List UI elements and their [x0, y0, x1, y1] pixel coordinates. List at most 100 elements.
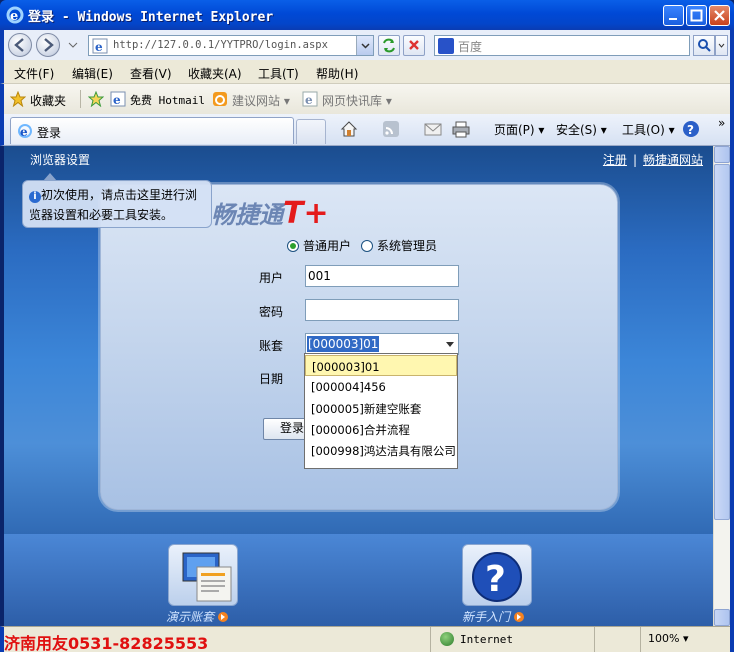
- arrow-right-icon: [514, 612, 525, 622]
- logo-mark: T+: [283, 196, 329, 231]
- demo-account-link[interactable]: 演示账套: [166, 608, 229, 625]
- account-select[interactable]: [000003]01: [305, 333, 459, 355]
- zoom-level[interactable]: 100% ▾: [648, 632, 688, 645]
- user-label: 用户: [259, 271, 284, 285]
- chevron-down-icon: [446, 342, 454, 347]
- account-dropdown-list: [000003]01 [000004]456 [000005]新建空账套 [00…: [304, 353, 458, 469]
- home-icon[interactable]: [340, 120, 358, 138]
- menu-bar: 文件(F) 编辑(E) 查看(V) 收藏夹(A) 工具(T) 帮助(H): [0, 60, 734, 84]
- question-icon: ?: [472, 552, 522, 602]
- divider: [594, 627, 595, 652]
- address-field[interactable]: e http://127.0.0.1/YYTPRO/login.aspx: [88, 35, 374, 56]
- search-input[interactable]: 百度: [434, 35, 690, 56]
- svg-text:?: ?: [687, 123, 694, 137]
- svg-text:e: e: [20, 125, 28, 139]
- tooltip-pointer: [43, 173, 57, 181]
- account-option[interactable]: [000005]新建空账套: [305, 397, 457, 418]
- menu-help[interactable]: 帮助(H): [316, 65, 358, 82]
- chanjet-site-link[interactable]: 畅捷通网站: [643, 153, 703, 167]
- account-label: 账套: [259, 339, 284, 353]
- menu-tools[interactable]: 工具(T): [258, 65, 299, 82]
- setup-tooltip[interactable]: i 初次使用，请点击这里进行浏览器设置和必要工具安装。: [22, 173, 212, 228]
- search-placeholder: 百度: [458, 40, 483, 54]
- refresh-button[interactable]: [378, 35, 400, 56]
- page-icon: e: [92, 38, 108, 54]
- tools-menu-button[interactable]: 工具(O) ▾: [622, 121, 675, 138]
- add-favorite-icon[interactable]: [88, 91, 104, 107]
- top-links: 注册 | 畅捷通网站: [603, 151, 703, 168]
- menu-view[interactable]: 查看(V): [130, 65, 172, 82]
- account-option[interactable]: [000998]鸿达洁具有限公司: [305, 439, 457, 460]
- tplus-logo: 畅捷通T+: [211, 195, 329, 231]
- scroll-down-button[interactable]: [714, 609, 730, 626]
- beginner-guide-tile[interactable]: ?: [462, 544, 532, 606]
- beginner-guide-link[interactable]: 新手入门: [462, 608, 525, 625]
- page-icon: e: [110, 91, 126, 107]
- logo-text: 畅捷通: [211, 201, 283, 229]
- back-button[interactable]: [8, 33, 32, 57]
- password-label: 密码: [259, 305, 284, 319]
- search-button[interactable]: [693, 35, 715, 56]
- mail-icon[interactable]: [424, 120, 442, 138]
- chevron-down-icon: [718, 43, 725, 48]
- minimize-button[interactable]: [663, 5, 684, 26]
- favorites-star-icon: [10, 91, 26, 107]
- security-zone-label: Internet: [460, 633, 513, 646]
- scroll-thumb[interactable]: [714, 164, 730, 520]
- radio-system-admin-label[interactable]: 系统管理员: [377, 239, 437, 253]
- demo-account-tile[interactable]: [168, 544, 238, 606]
- security-zone: Internet: [440, 632, 513, 646]
- tab-login[interactable]: e 登录: [10, 117, 294, 144]
- account-option[interactable]: [000006]合并流程: [305, 418, 457, 439]
- fav-web-slice-gallery[interactable]: 网页快讯库 ▾: [322, 92, 392, 109]
- radio-normal-user[interactable]: [287, 240, 299, 252]
- menu-favorites[interactable]: 收藏夹(A): [188, 65, 242, 82]
- divider: [80, 90, 81, 108]
- more-commands-button[interactable]: »: [718, 116, 725, 130]
- history-dropdown-icon[interactable]: [68, 40, 78, 50]
- help-icon[interactable]: ?: [682, 120, 700, 138]
- status-bar: 济南用友0531-82825553 Internet 100% ▾: [0, 626, 730, 652]
- account-option[interactable]: [000004]456: [305, 376, 457, 397]
- page-content: 浏览器设置 注册 | 畅捷通网站 畅捷通T+ 普通用户 系统管理员 用户 001 密码…: [4, 146, 713, 626]
- menu-file[interactable]: 文件(F): [14, 65, 54, 82]
- close-button[interactable]: [709, 5, 730, 26]
- stop-button[interactable]: [403, 35, 425, 56]
- page-menu-button[interactable]: 页面(P) ▾: [494, 121, 544, 138]
- svg-text:?: ?: [485, 559, 506, 600]
- favorites-bar: 收藏夹 e 免费 Hotmail 建议网站 ▾ e 网页快讯库 ▾: [0, 84, 734, 114]
- search-options-button[interactable]: [715, 35, 728, 56]
- link-separator: |: [632, 153, 637, 167]
- vertical-scrollbar[interactable]: [713, 146, 730, 626]
- demo-account-label: 演示账套: [166, 610, 215, 624]
- user-field[interactable]: 001: [305, 265, 459, 287]
- tab-command-bar: e 登录 页面(P) ▾ 安全(S) ▾ 工具(O) ▾ ? »: [0, 114, 734, 146]
- menu-edit[interactable]: 编辑(E): [72, 65, 113, 82]
- address-dropdown-button[interactable]: [356, 36, 373, 55]
- user-type-radio-group: 普通用户 系统管理员: [287, 237, 447, 254]
- account-selected-value: [000003]01: [307, 336, 380, 352]
- register-link[interactable]: 注册: [603, 153, 627, 167]
- print-icon[interactable]: [452, 120, 470, 138]
- forward-button[interactable]: [36, 33, 60, 57]
- feeds-icon[interactable]: [382, 120, 400, 138]
- globe-icon: [440, 632, 454, 646]
- new-tab-button[interactable]: [296, 119, 326, 144]
- maximize-button[interactable]: [686, 5, 707, 26]
- watermark-text: 济南用友0531-82825553: [4, 634, 209, 652]
- radio-system-admin[interactable]: [361, 240, 374, 252]
- monitor-icon: [182, 552, 232, 602]
- beginner-guide-label: 新手入门: [462, 610, 511, 624]
- account-option[interactable]: [000003]01: [305, 355, 457, 376]
- login-button[interactable]: 登录: [263, 418, 309, 440]
- safety-menu-button[interactable]: 安全(S) ▾: [556, 121, 607, 138]
- scroll-up-button[interactable]: [714, 146, 730, 163]
- info-icon: i: [29, 191, 41, 203]
- fav-hotmail-link[interactable]: 免费 Hotmail: [130, 92, 205, 108]
- fav-suggested-sites[interactable]: 建议网站 ▾: [232, 92, 290, 109]
- browser-settings-link[interactable]: 浏览器设置: [30, 151, 90, 168]
- password-field[interactable]: [305, 299, 459, 321]
- radio-normal-user-label[interactable]: 普通用户: [303, 239, 351, 253]
- favorites-button[interactable]: 收藏夹: [30, 92, 66, 109]
- maximize-icon: [690, 9, 703, 22]
